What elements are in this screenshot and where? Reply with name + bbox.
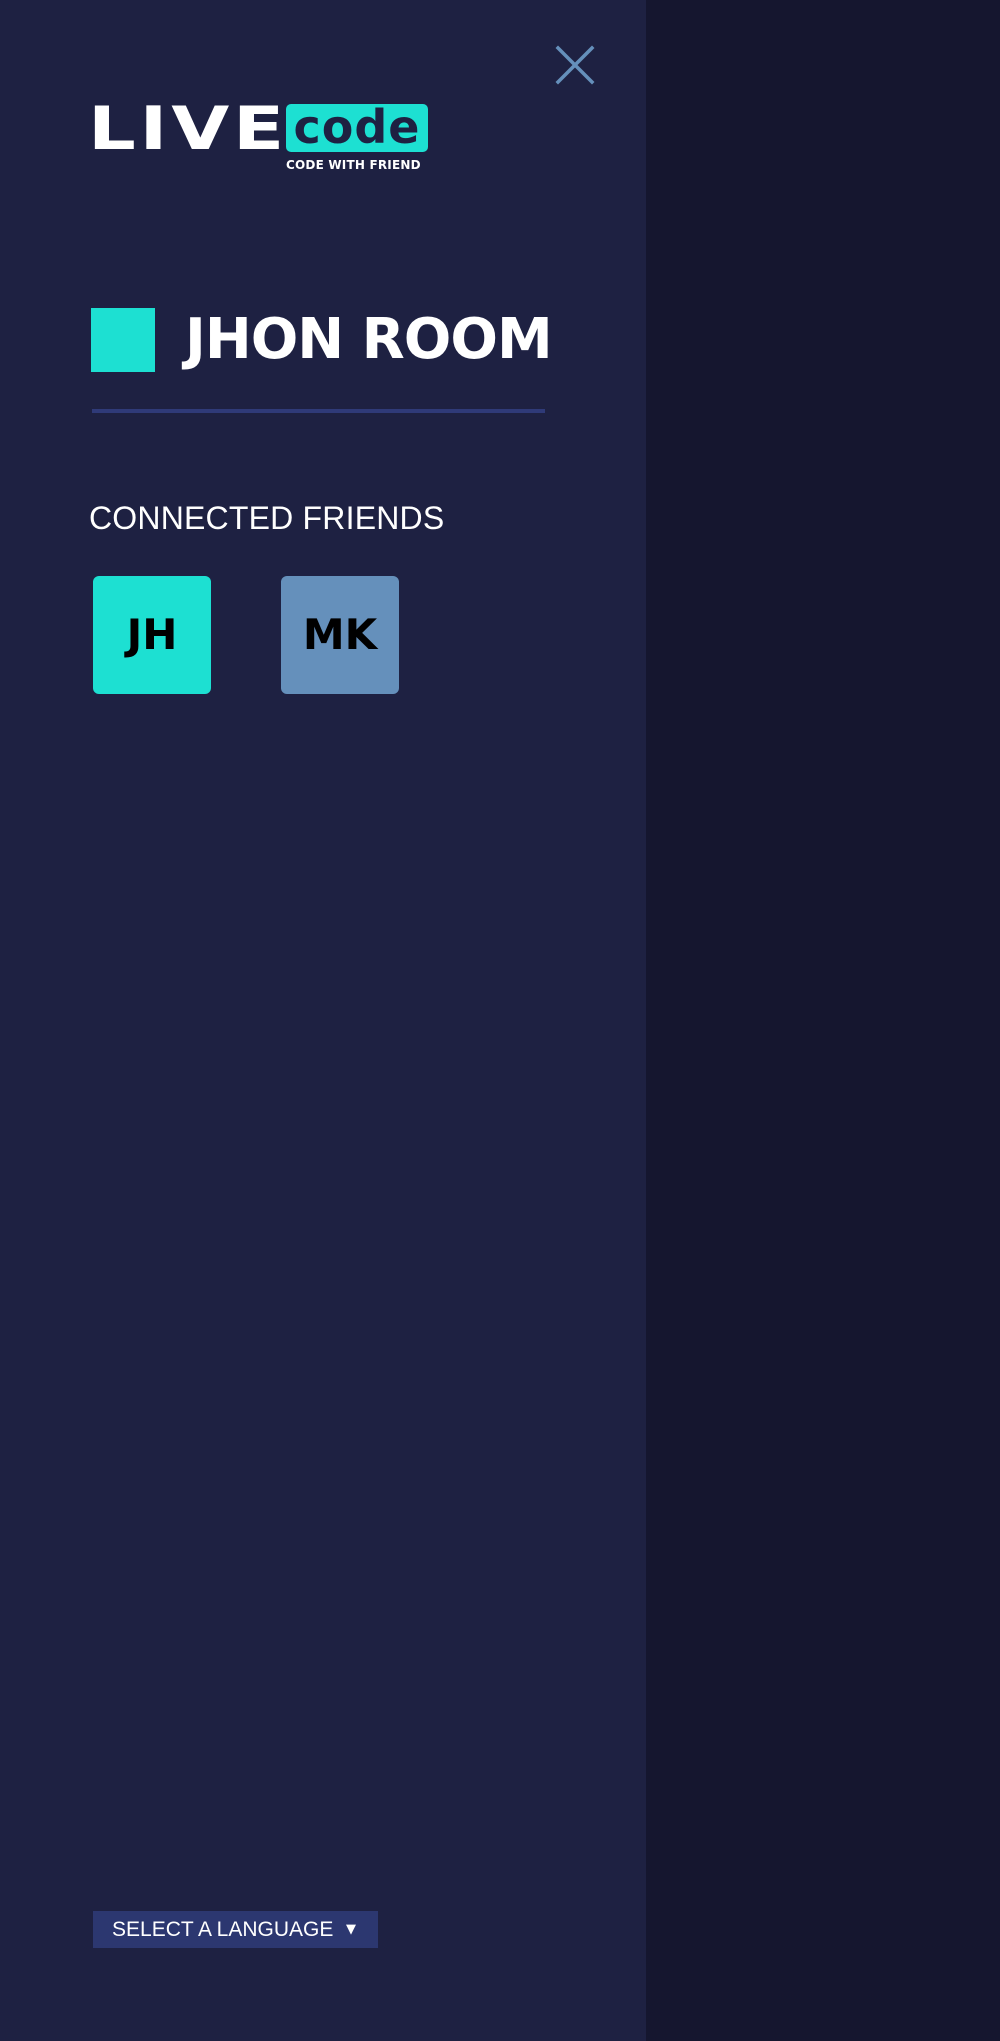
logo-code-wordmark: code	[293, 100, 421, 154]
logo-code-badge: code	[286, 104, 428, 152]
friend-avatar-jh[interactable]: JH	[93, 576, 211, 694]
close-icon	[555, 45, 595, 85]
room-color-swatch	[91, 308, 155, 372]
friend-initials: MK	[302, 610, 378, 659]
room-header: JHON ROOM	[91, 307, 553, 372]
friend-initials: JH	[126, 610, 178, 659]
livecode-logo: LIVE code CODE WITH FRIEND	[88, 94, 428, 176]
close-button[interactable]	[552, 42, 598, 88]
friend-avatar-mk[interactable]: MK	[281, 576, 399, 694]
room-title: JHON ROOM	[185, 307, 553, 372]
app-root: LIVE code CODE WITH FRIEND JHON ROOM CON…	[0, 0, 1000, 2041]
room-sidebar: LIVE code CODE WITH FRIEND JHON ROOM CON…	[0, 0, 646, 2041]
triangle-down-icon: ▼	[346, 1922, 356, 1937]
editor-area	[646, 0, 1000, 2041]
language-select-label: SELECT A LANGUAGE	[112, 1918, 334, 1941]
logo-tagline: CODE WITH FRIEND	[286, 158, 421, 172]
connected-friends-heading: CONNECTED FRIENDS	[89, 500, 445, 536]
logo-live-wordmark: LIVE	[88, 94, 288, 164]
room-divider	[92, 409, 545, 413]
language-select[interactable]: SELECT A LANGUAGE ▼	[93, 1911, 378, 1948]
